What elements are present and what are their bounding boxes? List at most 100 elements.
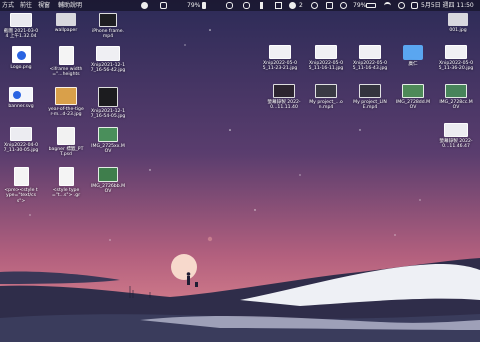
menu-go[interactable]: 前往 <box>20 0 32 11</box>
sync-icon[interactable] <box>340 2 347 9</box>
desktop-file[interactable]: banner 標籤_PTT.psd <box>48 127 84 158</box>
file-label: banner 標籤_PTT.psd <box>48 147 84 158</box>
desktop-file[interactable]: year-of-the-tiger-m...d-23.jpg <box>48 87 84 118</box>
file-label: IMG_2728dd.MOV <box>395 100 431 111</box>
file-label: My project_...on.mp4 <box>309 100 343 111</box>
file-thumbnail <box>98 167 118 182</box>
banner-logo-icon <box>13 91 21 99</box>
menu-window[interactable]: 視窗 <box>38 0 50 11</box>
file-thumbnail <box>11 46 31 63</box>
desktop-file[interactable]: wallpaper <box>48 13 84 33</box>
file-label: 截圖 2021-03-04 上午1.32.04 <box>3 29 39 40</box>
menu-view-mode[interactable]: 方式 <box>2 0 14 11</box>
file-label: Logo.png <box>10 65 32 70</box>
display-icon[interactable] <box>226 2 233 9</box>
file-label: IMG_2725xx.MOV <box>91 144 125 155</box>
file-thumbnail <box>10 127 32 141</box>
status-circle-icon[interactable] <box>141 2 148 9</box>
file-label: year-of-the-tiger-m...d-23.jpg <box>48 107 84 118</box>
desktop-file[interactable]: Logo.png <box>3 46 39 70</box>
desktop-file[interactable]: 001.jpg <box>440 13 476 33</box>
file-label: <pre><style type="text/css"> <box>4 188 38 204</box>
grid-icon[interactable] <box>275 2 282 9</box>
file-thumbnail <box>359 45 381 59</box>
desktop-file[interactable]: banner.svg <box>3 87 39 109</box>
file-label: banner.svg <box>8 104 34 109</box>
file-label: Xnip2021-12-17_16-54-05.jpg <box>90 109 126 120</box>
desktop-file[interactable]: My project_...on.mp4 <box>308 84 344 111</box>
file-thumbnail <box>359 84 381 98</box>
file-thumbnail <box>55 87 77 105</box>
file-thumbnail <box>98 127 118 142</box>
desktop-file[interactable]: Xnip2022-05-05_11-16-43.jpg <box>352 45 388 72</box>
file-label: 螢幕錄製 2022-0...11.46.47 <box>439 139 473 150</box>
file-thumbnail <box>96 46 120 61</box>
logo-icon <box>16 51 26 60</box>
desktop-file[interactable]: IMG_2728cc.MOV <box>438 84 474 111</box>
file-thumbnail <box>445 84 467 98</box>
desktop-file[interactable]: Xnip2021-12-17_16-56-42.jpg <box>90 46 126 74</box>
window-icon[interactable] <box>160 2 167 9</box>
desktop-file[interactable]: Xnip2022-05-05_11-16-11.jpg <box>308 45 344 72</box>
desktop-file[interactable]: My project_LINE.mp4 <box>352 84 388 111</box>
battery-icon[interactable] <box>202 2 206 9</box>
file-thumbnail <box>98 87 118 107</box>
file-label: iPhone frame.mp4 <box>91 29 125 40</box>
file-thumbnail <box>57 127 75 145</box>
file-label: Xnip2022-05-05_11-23-21.jpg <box>262 61 298 72</box>
desktop-file[interactable]: 螢幕錄製 2022-0...11.11.40 <box>266 84 302 111</box>
battery-status-icon[interactable] <box>366 3 376 8</box>
camera-icon[interactable] <box>243 2 250 9</box>
file-thumbnail <box>10 13 32 27</box>
desktop-file[interactable]: <iframe width="...heights <box>48 46 84 78</box>
file-thumbnail <box>269 45 291 59</box>
desktop-file[interactable]: Xnip2022-04-07_11-30-05.jpg <box>3 127 39 154</box>
menu-bar: 方式 前往 視窗 輔助說明 79% 2 79% 5月5日 週四 11:50 <box>0 0 480 11</box>
file-thumbnail <box>315 84 337 98</box>
folder-icon <box>403 45 423 60</box>
file-label: <style type="t...s"> .gr <box>51 188 81 199</box>
file-label: Xnip2021-12-17_16-56-42.jpg <box>90 63 126 74</box>
file-label: 001.jpg <box>449 28 467 33</box>
file-thumbnail <box>58 46 74 65</box>
desktop-file[interactable]: <style type="t...s"> .gr <box>48 167 84 199</box>
file-thumbnail <box>56 13 76 26</box>
desktop-file[interactable]: 螢幕錄製 2022-0...11.46.47 <box>438 123 474 150</box>
file-label: My project_LINE.mp4 <box>353 100 387 111</box>
record-icon[interactable] <box>311 2 318 9</box>
desktop-folder[interactable]: 廣仁 <box>395 45 431 67</box>
moon <box>171 254 197 280</box>
file-thumbnail <box>315 45 337 59</box>
file-label: IMG_2728cc.MOV <box>439 100 473 111</box>
desktop-file[interactable]: IMG_2725xx.MOV <box>90 127 126 155</box>
file-thumbnail <box>9 87 33 102</box>
file-label: Xnip2022-05-05_11-16-11.jpg <box>308 61 344 72</box>
file-label: IMG_2726bb.MOV <box>90 184 126 195</box>
desktop-file[interactable]: Xnip2021-12-17_16-54-05.jpg <box>90 87 126 120</box>
small-planet <box>207 236 213 242</box>
desktop-file[interactable]: <pre><style type="text/css"> <box>3 167 39 204</box>
battery-percent-b: 79% <box>353 2 367 9</box>
search-icon[interactable] <box>398 2 405 9</box>
file-label: <iframe width="...heights <box>49 67 83 78</box>
box-icon[interactable] <box>326 2 333 9</box>
chat-icon[interactable] <box>289 2 296 9</box>
wifi-icon[interactable] <box>384 2 391 9</box>
desktop-file[interactable]: Xnip2022-05-05_11-36-20.jpg <box>438 45 474 72</box>
desktop-file[interactable]: iPhone frame.mp4 <box>90 13 126 40</box>
menu-help[interactable]: 輔助說明 <box>58 0 82 11</box>
file-thumbnail <box>444 123 468 137</box>
desktop-file[interactable]: 截圖 2021-03-04 上午1.32.04 <box>3 13 39 40</box>
file-thumbnail <box>273 84 295 98</box>
desktop-file[interactable]: Xnip2022-05-05_11-23-21.jpg <box>262 45 298 72</box>
menu-datetime[interactable]: 5月5日 週四 11:50 <box>421 0 474 11</box>
file-label: 螢幕錄製 2022-0...11.11.40 <box>267 100 301 111</box>
file-label: wallpaper <box>54 28 78 33</box>
desktop-file[interactable]: IMG_2728dd.MOV <box>395 84 431 111</box>
notification-count: 2 <box>299 2 303 9</box>
desktop-file[interactable]: IMG_2726bb.MOV <box>90 167 126 195</box>
file-label: Xnip2022-05-05_11-36-20.jpg <box>438 61 474 72</box>
control-center-icon[interactable] <box>411 2 418 9</box>
file-thumbnail <box>13 167 29 186</box>
shape-icon[interactable] <box>260 2 267 9</box>
